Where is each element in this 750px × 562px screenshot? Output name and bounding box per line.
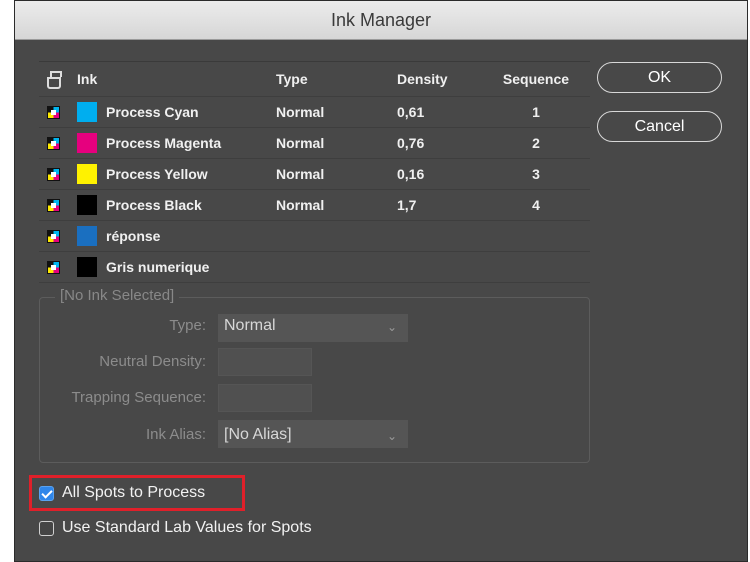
ink-type: Normal xyxy=(276,135,325,151)
ok-button[interactable]: OK xyxy=(597,62,722,93)
process-ink-icon[interactable] xyxy=(47,198,60,212)
print-ink-icon xyxy=(47,71,62,89)
ink-row[interactable]: Gris numerique xyxy=(39,252,590,283)
chevron-down-icon: ⌄ xyxy=(387,429,398,443)
ink-density: 0,16 xyxy=(397,166,425,182)
ink-name: Process Yellow xyxy=(106,166,208,182)
ink-sequence xyxy=(491,252,581,282)
neutral-density-field[interactable] xyxy=(218,348,312,376)
cancel-button[interactable]: Cancel xyxy=(597,111,722,142)
type-value: Normal xyxy=(224,317,276,334)
chevron-down-icon: ⌄ xyxy=(387,320,398,334)
ink-swatch xyxy=(77,226,97,246)
use-standard-lab-label[interactable]: Use Standard Lab Values for Spots xyxy=(62,519,312,537)
ink-row[interactable]: réponse xyxy=(39,221,590,252)
ink-swatch xyxy=(77,164,97,184)
ink-row[interactable]: Process Black Normal 1,7 4 xyxy=(39,190,590,221)
all-spots-to-process-label[interactable]: All Spots to Process xyxy=(62,484,205,502)
sequence-column-header[interactable]: Sequence xyxy=(491,62,581,96)
ink-manager-dialog: Ink Manager Ink Type Density Sequence Pr… xyxy=(14,0,748,562)
process-ink-icon[interactable] xyxy=(47,260,60,274)
ink-name: réponse xyxy=(106,228,161,244)
ink-density: 0,61 xyxy=(397,104,425,120)
table-header: Ink Type Density Sequence xyxy=(39,62,590,97)
trapping-sequence-label: Trapping Sequence: xyxy=(71,389,206,406)
ink-swatch xyxy=(77,195,97,215)
window-title: Ink Manager xyxy=(330,9,432,30)
ink-name: Process Magenta xyxy=(106,135,222,151)
process-ink-icon[interactable] xyxy=(47,136,60,150)
ink-column-header[interactable]: Ink xyxy=(77,62,97,96)
ink-name: Gris numerique xyxy=(106,259,210,275)
ink-swatch xyxy=(77,257,97,277)
ink-swatch xyxy=(77,133,97,153)
title-bar: Ink Manager xyxy=(15,1,747,40)
ink-table: Ink Type Density Sequence Process Cyan N… xyxy=(39,61,590,283)
type-label: Type: xyxy=(169,317,206,334)
density-column-header[interactable]: Density xyxy=(397,62,448,96)
ink-alias-label: Ink Alias: xyxy=(145,426,206,443)
ink-alias-value: [No Alias] xyxy=(224,426,292,443)
ink-sequence: 2 xyxy=(532,135,540,151)
ink-type: Normal xyxy=(276,166,325,182)
process-ink-icon[interactable] xyxy=(47,105,60,119)
ink-sequence: 4 xyxy=(532,197,540,213)
ink-name: Process Cyan xyxy=(106,104,199,120)
all-spots-to-process-checkbox[interactable] xyxy=(39,486,54,501)
sort-column-header[interactable] xyxy=(47,62,67,96)
ink-name: Process Black xyxy=(106,197,202,213)
ink-row[interactable]: Process Magenta Normal 0,76 2 xyxy=(39,128,590,159)
ink-type: Normal xyxy=(276,197,325,213)
ink-density: 0,76 xyxy=(397,135,425,151)
group-legend: [No Ink Selected] xyxy=(55,287,180,304)
process-ink-icon[interactable] xyxy=(47,167,60,181)
ink-type: Normal xyxy=(276,104,325,120)
use-standard-lab-checkbox[interactable] xyxy=(39,521,54,536)
type-column-header[interactable]: Type xyxy=(276,62,308,96)
trapping-sequence-field[interactable] xyxy=(218,384,312,412)
ink-density: 1,7 xyxy=(397,197,417,213)
ink-sequence xyxy=(491,221,581,251)
neutral-density-label: Neutral Density: xyxy=(99,353,206,370)
ink-sequence: 3 xyxy=(532,166,540,182)
process-ink-icon[interactable] xyxy=(47,229,60,243)
ink-sequence: 1 xyxy=(532,104,540,120)
ink-row[interactable]: Process Cyan Normal 0,61 1 xyxy=(39,97,590,128)
ink-row[interactable]: Process Yellow Normal 0,16 3 xyxy=(39,159,590,190)
ink-swatch xyxy=(77,102,97,122)
